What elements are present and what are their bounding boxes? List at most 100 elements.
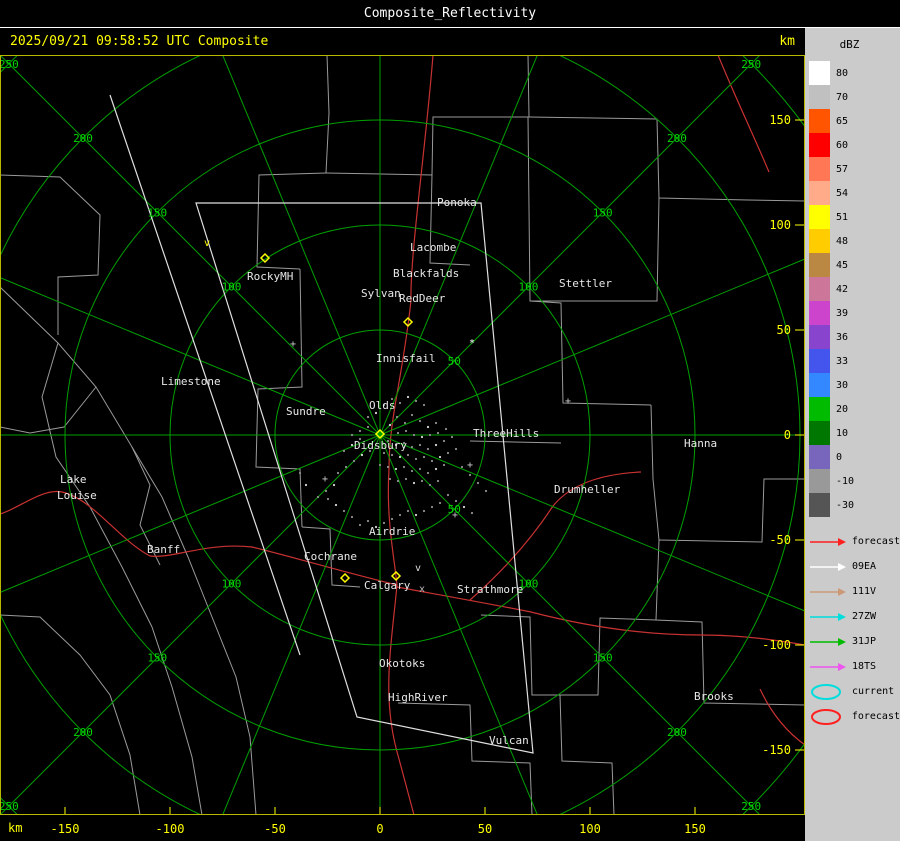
radar-echo [462,505,466,509]
county-boundary [397,702,533,815]
colorbar-row: 57 [809,157,900,181]
bottom-axis-label: 50 [477,822,493,836]
county-boundary [650,404,805,706]
map-area[interactable]: 100 150 200 250 50 100 150 200 250 100 150 200 250 50… [0,55,805,815]
place-label: Brooks [694,690,734,703]
radar-echo [390,517,394,521]
radar-echo [422,509,426,513]
x-axis-unit: km [8,821,23,835]
radar-echo [298,471,302,475]
legend-label: forecast [851,711,900,722]
radar-echo [342,509,346,513]
right-axis-label: 100 [769,218,791,232]
radar-echo [378,463,382,467]
radar-echo [398,513,402,517]
range-ring-label: 200 [73,726,93,739]
radar-echo [350,515,354,519]
right-axis-label: -100 [762,638,791,652]
radar-echo [414,513,418,517]
colorbar-swatch [809,469,830,493]
right-axis-label: 0 [784,428,791,442]
legend-label: 111V [852,586,877,597]
radar-echo [428,433,432,437]
place-label: RockyMH [247,270,293,283]
colorbar-swatch [809,301,830,325]
colorbar-row: 48 [809,229,900,253]
radar-echo [436,479,440,483]
colorbar-value: 30 [836,379,849,391]
arrow-head [838,637,846,646]
colorbar-row: 45 [809,253,900,277]
radar-echo [398,401,402,405]
radar-echo [358,523,362,527]
place-label: Ponoka [437,196,477,209]
colorbar-value: 57 [836,163,849,175]
map-symbol: + [322,474,328,485]
radar-echo [420,435,424,439]
radar-echo [406,395,410,399]
county-boundary [559,617,657,815]
radar-echo [444,427,448,431]
colorbar-swatch [809,133,830,157]
radar-echo [410,445,414,449]
radar-echo [324,489,328,493]
county-boundary [527,116,652,406]
radar-echo [412,481,416,485]
radar-echo [454,499,458,503]
legend-label: 31JP [852,636,877,647]
colorbar-title: dBZ [839,38,860,51]
colorbar-swatch [809,181,830,205]
legend-label: 27ZW [852,611,877,622]
right-axis-label: -150 [762,743,791,757]
radar-echo [350,443,354,447]
place-label: Drumheller [554,483,621,496]
radar-echo [396,431,400,435]
colorbar: 80 70 65 60 57 54 51 48 45 42 39 36 33 30 20 10 0 -10 -30 [809,61,900,517]
county-boundary [0,386,97,434]
colorbar-swatch [809,325,830,349]
radar-echo [402,465,406,469]
radar-echo [454,447,458,451]
radar-echo [418,443,422,447]
radar-echo [382,451,386,455]
radar-echo [450,435,454,439]
place-label: Stettler [559,277,612,290]
legend-arrow-icon [810,612,846,621]
radar-echo [476,481,480,485]
radar-echo [350,433,354,437]
radar-echo [426,425,430,429]
county-boundary [469,440,562,444]
county-boundary [0,174,101,335]
colorbar-row: 39 [809,301,900,325]
radar-echo [352,459,356,463]
arrow-head [838,662,846,671]
colorbar-swatch [809,421,830,445]
radar-site-marker [339,572,351,584]
sidebar: dBZ 80 70 65 60 57 54 51 48 45 42 39 36 33 30 20 10 0 -10… [805,28,900,841]
radar-echo [414,399,418,403]
map-symbol: + [452,510,458,521]
radar-echo [404,477,408,481]
radar-map[interactable]: 100 150 200 250 50 100 150 200 250 100 150 200 250 50… [0,55,805,815]
legend-arrow-icon [810,587,846,596]
range-ring-label: 200 [73,132,93,145]
colorbar-swatch [809,277,830,301]
bottom-axis-label: 0 [376,822,384,836]
colorbar-row: 51 [809,205,900,229]
radar-echo [386,465,390,469]
colorbar-value: 80 [836,67,849,79]
range-ring-label: 100 [222,577,242,590]
colorbar-swatch [809,205,830,229]
place-label: Cochrane [304,550,357,563]
legend-ellipse-icon [811,708,841,725]
legend-row: 111V [809,579,900,604]
colorbar-swatch [809,493,830,517]
radar-echo [398,455,402,459]
colorbar-swatch [809,349,830,373]
radar-echo [395,415,399,419]
range-ring-label: 250 [741,58,761,71]
map-symbol: + [290,339,296,350]
highway [717,55,770,173]
radar-echo [406,453,410,457]
radar-echo [468,473,472,477]
